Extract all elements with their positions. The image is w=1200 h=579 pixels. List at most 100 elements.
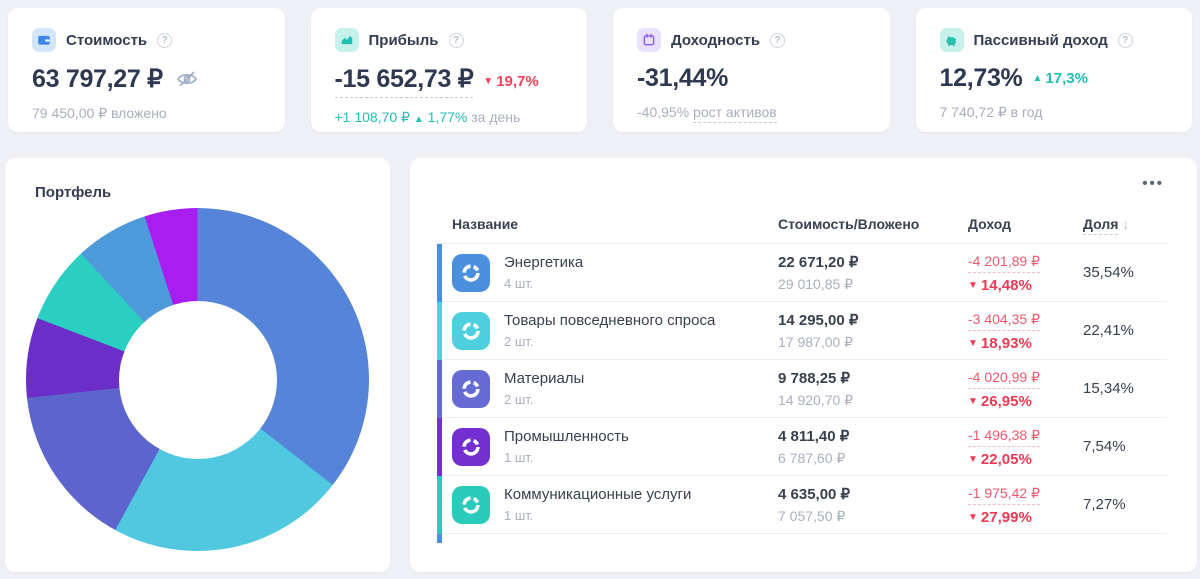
card-title: Доходность (671, 31, 761, 49)
holdings-table: Название Стоимость/Вложено Доход Доля ↓ Э… (437, 204, 1167, 543)
next-row-color-bar (437, 534, 442, 543)
down-triangle-icon: ▼ (968, 279, 978, 291)
wallet-icon (32, 28, 56, 52)
sort-desc-icon: ↓ (1122, 215, 1130, 232)
sector-quantity: 2 шт. (504, 334, 534, 349)
sector-income-percent: ▼ 14,48% (968, 276, 1032, 294)
stat-card-profit: Прибыль ? -15 652,73 ₽ ▼ 19,7% +1 108,70… (310, 8, 587, 132)
sector-invested: 6 787,60 ₽ (778, 449, 846, 466)
sector-income[interactable]: -4 201,89 ₽ (968, 253, 1040, 273)
passive-income-value: 12,73% (939, 64, 1023, 92)
table-row[interactable]: Товары повседневного спроса 2 шт. 14 295… (437, 302, 1167, 360)
portfolio-value: 63 797,27 ₽ (32, 65, 163, 93)
table-row[interactable]: Коммуникационные услуги 1 шт. 4 635,00 ₽… (437, 476, 1167, 534)
card-title: Стоимость (66, 31, 148, 49)
invested-amount: 79 450,00 ₽ вложено (32, 105, 167, 121)
profit-value[interactable]: -15 652,73 ₽ (334, 64, 474, 98)
sector-share: 35,54% (1083, 264, 1134, 281)
table-row[interactable]: Энергетика 4 шт. 22 671,20 ₽ 29 010,85 ₽… (437, 244, 1167, 302)
sector-value: 4 811,40 ₽ (778, 427, 850, 445)
sector-color-bar (437, 476, 442, 534)
down-triangle-icon: ▼ (483, 75, 494, 87)
more-menu-icon[interactable]: ••• (1142, 176, 1164, 191)
profit-chart-icon (334, 28, 359, 52)
sector-value: 14 295,00 ₽ (778, 311, 859, 329)
table-header-row: Название Стоимость/Вложено Доход Доля ↓ (437, 204, 1167, 244)
portfolio-donut[interactable] (26, 208, 369, 551)
sector-quantity: 1 шт. (504, 508, 534, 523)
sector-quantity: 2 шт. (504, 392, 534, 407)
asset-growth: -40,95% рост активов (637, 104, 866, 123)
sector-income[interactable]: -1 975,42 ₽ (968, 485, 1040, 505)
sector-income[interactable]: -1 496,38 ₽ (968, 427, 1040, 447)
sector-name: Материалы (504, 370, 585, 387)
column-header-share[interactable]: Доля ↓ (1083, 215, 1167, 235)
eye-off-icon[interactable] (175, 68, 199, 90)
sector-income[interactable]: -3 404,35 ₽ (968, 311, 1040, 331)
sector-invested: 7 057,50 ₽ (778, 507, 846, 524)
sector-pie-icon (452, 485, 490, 524)
sector-quantity: 1 шт. (504, 450, 534, 465)
up-triangle-icon: ▲ (1032, 73, 1043, 84)
sector-color-bar (437, 418, 442, 476)
piggy-bank-icon (939, 28, 964, 52)
daily-change: +1 108,70 ₽ ▲ 1,77% за день (334, 109, 521, 125)
passive-income-delta-up: ▲ 17,3% (1032, 70, 1088, 87)
table-row[interactable]: Материалы 2 шт. 9 788,25 ₽ 14 920,70 ₽ -… (437, 360, 1167, 418)
sector-invested: 14 920,70 ₽ (778, 391, 854, 408)
sector-name: Коммуникационные услуги (504, 486, 692, 503)
sector-income-percent: ▼ 18,93% (968, 334, 1032, 352)
sector-value: 9 788,25 ₽ (778, 369, 851, 387)
down-triangle-icon: ▼ (968, 453, 978, 465)
sector-share: 15,34% (1083, 380, 1134, 397)
sector-name: Товары повседневного спроса (504, 312, 716, 329)
sector-invested: 29 010,85 ₽ (778, 275, 854, 292)
sector-quantity: 4 шт. (504, 276, 534, 291)
sector-income-percent: ▼ 26,95% (968, 392, 1032, 410)
sector-share: 22,41% (1083, 322, 1134, 339)
stat-card-passive-income: Пассивный доход ? 12,73% ▲ 17,3% 7 740,7… (915, 8, 1192, 132)
help-icon[interactable]: ? (448, 32, 464, 48)
yearly-income: 7 740,72 ₽ в год (939, 104, 1043, 120)
up-triangle-icon: ▲ (413, 114, 424, 125)
sector-name: Энергетика (504, 254, 584, 271)
down-triangle-icon: ▼ (968, 337, 978, 349)
sector-share: 7,27% (1083, 496, 1126, 513)
sector-color-bar (437, 244, 442, 302)
stat-cards-row: Стоимость ? 63 797,27 ₽ 79 450,00 ₽ влож… (8, 8, 1192, 132)
table-row[interactable]: Промышленность 1 шт. 4 811,40 ₽ 6 787,60… (437, 418, 1167, 476)
sector-pie-icon (452, 253, 490, 292)
sector-color-bar (437, 302, 442, 360)
profit-delta-down: ▼ 19,7% (483, 72, 539, 90)
sector-income-percent: ▼ 22,05% (968, 450, 1032, 468)
portfolio-panel: Портфель (5, 158, 390, 572)
column-header-income[interactable]: Доход (968, 216, 1083, 232)
help-icon[interactable]: ? (770, 32, 786, 48)
sector-value: 4 635,00 ₽ (778, 485, 851, 503)
down-triangle-icon: ▼ (968, 395, 978, 407)
sector-pie-icon (452, 369, 490, 408)
stat-card-yield: Доходность ? -31,44% -40,95% рост активо… (613, 8, 890, 132)
holdings-panel: ••• Название Стоимость/Вложено Доход Дол… (410, 158, 1197, 572)
sector-color-bar (437, 360, 442, 418)
asset-growth-link[interactable]: рост активов (693, 104, 777, 123)
help-icon[interactable]: ? (1117, 32, 1133, 48)
column-header-name[interactable]: Название (452, 216, 778, 232)
yield-value: -31,44% (637, 64, 729, 92)
sector-share: 7,54% (1083, 438, 1126, 455)
calendar-icon (637, 28, 661, 52)
column-header-value[interactable]: Стоимость/Вложено (778, 216, 968, 232)
help-icon[interactable]: ? (157, 32, 173, 48)
sector-income[interactable]: -4 020,99 ₽ (968, 369, 1040, 389)
card-title: Прибыль (368, 31, 439, 49)
portfolio-panel-title: Портфель (35, 184, 112, 201)
card-title: Пассивный доход (973, 31, 1108, 49)
sector-name: Промышленность (504, 428, 629, 445)
sector-invested: 17 987,00 ₽ (778, 333, 854, 350)
stat-card-value: Стоимость ? 63 797,27 ₽ 79 450,00 ₽ влож… (8, 8, 285, 132)
sector-value: 22 671,20 ₽ (778, 253, 859, 271)
sector-income-percent: ▼ 27,99% (968, 508, 1032, 526)
sector-pie-icon (452, 311, 490, 350)
sector-pie-icon (452, 427, 490, 466)
down-triangle-icon: ▼ (968, 511, 978, 523)
